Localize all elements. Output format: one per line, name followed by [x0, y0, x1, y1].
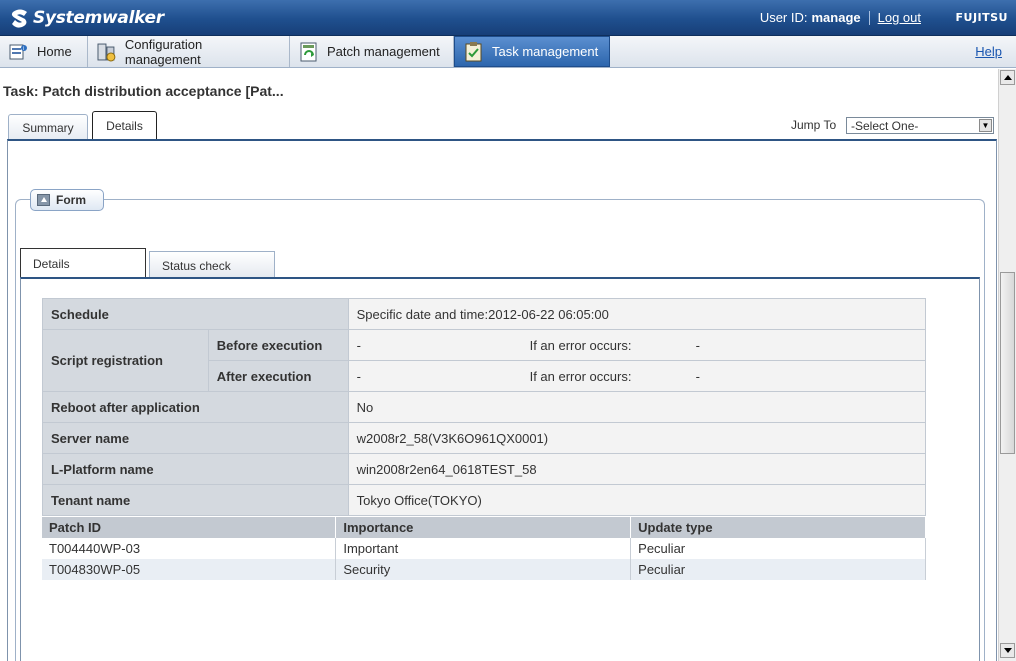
- after-execution-cell: - If an error occurs: -: [347, 360, 927, 392]
- scroll-up-button[interactable]: [1000, 70, 1015, 85]
- home-icon: i: [9, 44, 27, 59]
- form-legend-label: Form: [56, 193, 86, 207]
- importance-cell: Important: [335, 538, 632, 559]
- column-header-update-type[interactable]: Update type: [630, 517, 926, 538]
- patch-icon: [300, 42, 317, 61]
- jump-to-value: -Select One-: [851, 118, 919, 133]
- patch-list-table: Patch ID Importance Update type T004440W…: [42, 517, 926, 580]
- nav-tab-patch-management[interactable]: Patch management: [290, 36, 454, 67]
- server-name-label: Server name: [42, 422, 349, 454]
- jump-to-label: Jump To: [791, 118, 837, 132]
- dropdown-arrow-icon: ▼: [979, 119, 992, 132]
- inner-tab-details[interactable]: Details: [20, 248, 146, 278]
- svg-text:i: i: [23, 46, 24, 52]
- column-header-patch-id[interactable]: Patch ID: [42, 517, 337, 538]
- form-collapse-button[interactable]: Form: [30, 189, 104, 211]
- table-row: Server name w2008r2_58(V3K6O961QX0001): [42, 422, 927, 454]
- inner-tab-status-check[interactable]: Status check: [149, 251, 275, 279]
- arrow-down-icon: [1003, 648, 1012, 653]
- tab-label: Status check: [162, 258, 231, 273]
- systemwalker-logo-icon: [11, 9, 27, 28]
- systemwalker-logo: Systemwalker: [10, 6, 164, 30]
- nav-tab-label: Task management: [492, 44, 599, 59]
- configuration-icon: [97, 43, 116, 61]
- nav-tab-task-management[interactable]: Task management: [454, 36, 610, 67]
- importance-cell: Security: [335, 559, 632, 580]
- user-id-value: manage: [811, 10, 861, 25]
- help-link[interactable]: Help: [975, 44, 1002, 59]
- user-id-label: User ID:: [759, 10, 808, 25]
- main-nav: i Home Configuration management Patch ma…: [0, 36, 1016, 68]
- lplatform-name-label: L-Platform name: [42, 453, 349, 485]
- tab-details[interactable]: Details: [92, 111, 157, 139]
- script-registration-label: Script registration: [42, 329, 209, 392]
- collapse-icon: [37, 194, 50, 206]
- divider: [868, 10, 870, 25]
- tab-label: Details: [33, 256, 70, 271]
- after-execution-label: After execution: [207, 360, 349, 392]
- table-row: Tenant name Tokyo Office(TOKYO): [42, 484, 927, 516]
- vertical-scrollbar[interactable]: [998, 69, 1016, 661]
- update-type-cell: Peculiar: [630, 538, 926, 559]
- after-error-value: -: [695, 368, 700, 384]
- fujitsu-logo: FUJITSU: [955, 11, 1008, 24]
- tab-summary[interactable]: Summary: [8, 114, 88, 140]
- nav-tab-label: Patch management: [327, 44, 440, 59]
- nav-tab-configuration-management[interactable]: Configuration management: [88, 36, 290, 67]
- arrow-up-icon: [1003, 75, 1012, 80]
- after-execution-value: -: [356, 368, 361, 384]
- table-row: T004830WP-05 Security Peculiar: [42, 559, 926, 580]
- user-info: User ID: manage Log out: [760, 10, 921, 25]
- after-error-label: If an error occurs:: [529, 368, 632, 384]
- server-name-value: w2008r2_58(V3K6O961QX0001): [347, 422, 927, 454]
- nav-tab-home[interactable]: i Home: [0, 36, 88, 67]
- table-row: L-Platform name win2008r2en64_0618TEST_5…: [42, 453, 927, 485]
- tenant-name-value: Tokyo Office(TOKYO): [347, 484, 927, 516]
- before-execution-label: Before execution: [207, 329, 349, 361]
- before-execution-cell: - If an error occurs: -: [347, 329, 927, 361]
- before-execution-value: -: [356, 337, 361, 353]
- before-error-value: -: [695, 337, 700, 353]
- task-icon: [465, 41, 482, 61]
- lplatform-name-value: win2008r2en64_0618TEST_58: [347, 453, 927, 485]
- schedule-value: Specific date and time:2012-06-22 06:05:…: [347, 298, 927, 330]
- update-type-cell: Peculiar: [630, 559, 926, 580]
- top-banner: Systemwalker User ID: manage Log out FUJ…: [0, 0, 1016, 36]
- reboot-label: Reboot after application: [42, 391, 349, 423]
- table-row: Reboot after application No: [42, 391, 927, 423]
- details-table: Schedule Specific date and time:2012-06-…: [42, 298, 927, 516]
- table-row: Schedule Specific date and time:2012-06-…: [42, 298, 927, 330]
- tab-label: Details: [106, 118, 143, 133]
- column-header-importance[interactable]: Importance: [335, 517, 632, 538]
- table-row: T004440WP-03 Important Peculiar: [42, 538, 926, 559]
- tenant-name-label: Tenant name: [42, 484, 349, 516]
- tab-label: Summary: [22, 120, 74, 135]
- product-name: Systemwalker: [33, 8, 164, 28]
- jump-to-select[interactable]: -Select One- ▼: [846, 117, 994, 134]
- logout-link[interactable]: Log out: [878, 10, 921, 25]
- scrollbar-thumb[interactable]: [1000, 272, 1015, 454]
- reboot-value: No: [347, 391, 927, 423]
- patch-id-cell: T004830WP-05: [42, 559, 337, 580]
- page-title: Task: Patch distribution acceptance [Pat…: [3, 83, 284, 99]
- before-error-label: If an error occurs:: [529, 337, 632, 353]
- nav-tab-label: Home: [37, 44, 72, 59]
- nav-tab-label: Configuration management: [124, 36, 203, 67]
- table-header-row: Patch ID Importance Update type: [42, 517, 926, 538]
- scroll-down-button[interactable]: [1000, 643, 1015, 658]
- patch-id-cell: T004440WP-03: [42, 538, 337, 559]
- table-row: Script registration Before execution - I…: [42, 329, 927, 392]
- schedule-label: Schedule: [42, 298, 349, 330]
